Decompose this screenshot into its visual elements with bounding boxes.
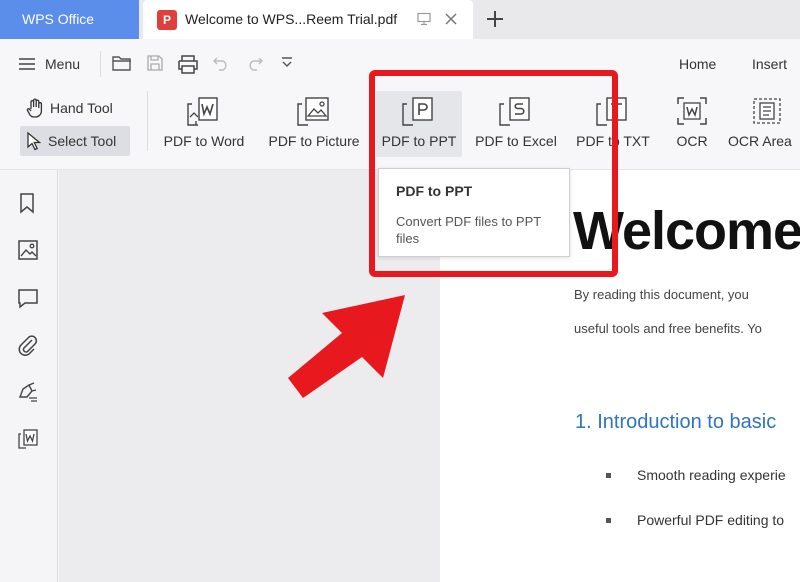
pdf-to-word-icon — [187, 97, 218, 126]
left-sidebar — [0, 170, 58, 582]
divider — [100, 51, 101, 77]
document-paragraph-line: useful tools and free benefits. Yo — [574, 321, 762, 336]
select-tool-label: Select Tool — [48, 133, 117, 149]
tab-insert[interactable]: Insert — [752, 56, 787, 72]
ocr-area-label: OCR Area — [728, 133, 792, 149]
ocr-button[interactable]: OCR — [668, 91, 716, 157]
new-tab-plus-icon[interactable] — [484, 8, 506, 30]
pdf-to-picture-button[interactable]: PDF to Picture — [262, 91, 366, 157]
bullet-text: Smooth reading experie — [637, 467, 786, 483]
document-tab[interactable]: P Welcome to WPS...Reem Trial.pdf — [143, 0, 473, 39]
cursor-arrow-icon — [27, 131, 42, 151]
open-folder-icon[interactable] — [112, 54, 132, 72]
pdf-to-word-sidebar-icon[interactable] — [17, 428, 39, 450]
ocr-label: OCR — [676, 133, 708, 149]
menu-label: Menu — [45, 56, 81, 72]
thumbnail-image-icon[interactable] — [17, 239, 39, 261]
divider — [147, 91, 148, 151]
ocr-area-icon — [753, 98, 781, 124]
document-paragraph-line: By reading this document, you — [574, 287, 749, 302]
select-tool-button[interactable]: Select Tool — [20, 126, 130, 156]
customize-dropdown-icon[interactable] — [280, 54, 294, 72]
bookmark-icon[interactable] — [17, 192, 37, 214]
menu-button[interactable]: Menu — [18, 53, 80, 75]
annotation-arrow-icon — [288, 295, 405, 398]
undo-icon[interactable] — [212, 54, 230, 72]
redo-icon[interactable] — [246, 54, 264, 72]
monitor-icon[interactable] — [417, 12, 431, 26]
pdf-to-picture-label: PDF to Picture — [268, 133, 360, 149]
pdf-to-word-button[interactable]: PDF to Word — [156, 91, 252, 157]
pdf-to-picture-icon — [297, 97, 329, 126]
ocr-icon — [677, 97, 707, 125]
pdf-file-icon: P — [157, 10, 177, 30]
tab-home[interactable]: Home — [679, 56, 716, 72]
document-section-heading: 1. Introduction to basic — [575, 411, 777, 433]
hand-tool-button[interactable]: Hand Tool — [20, 93, 130, 123]
hamburger-icon — [19, 58, 35, 70]
print-icon[interactable] — [177, 54, 199, 74]
hand-tool-label: Hand Tool — [50, 100, 113, 116]
pdf-to-word-label: PDF to Word — [163, 133, 245, 149]
save-icon[interactable] — [146, 54, 164, 72]
bullet-marker — [606, 473, 611, 478]
bullet-marker — [606, 518, 611, 523]
title-bar: WPS Office P Welcome to WPS...Reem Trial… — [0, 0, 800, 39]
comment-icon[interactable] — [17, 287, 39, 309]
ocr-area-button[interactable]: OCR Area — [726, 91, 800, 157]
close-icon[interactable] — [443, 11, 459, 27]
attachment-paperclip-icon[interactable] — [17, 334, 39, 356]
hand-icon — [26, 98, 43, 118]
document-tab-title: Welcome to WPS...Reem Trial.pdf — [185, 11, 398, 27]
wps-office-home-tab[interactable]: WPS Office — [0, 0, 139, 39]
annotation-highlight-box — [369, 70, 618, 277]
signature-pen-icon[interactable] — [17, 381, 39, 403]
bullet-text: Powerful PDF editing to — [637, 512, 785, 528]
